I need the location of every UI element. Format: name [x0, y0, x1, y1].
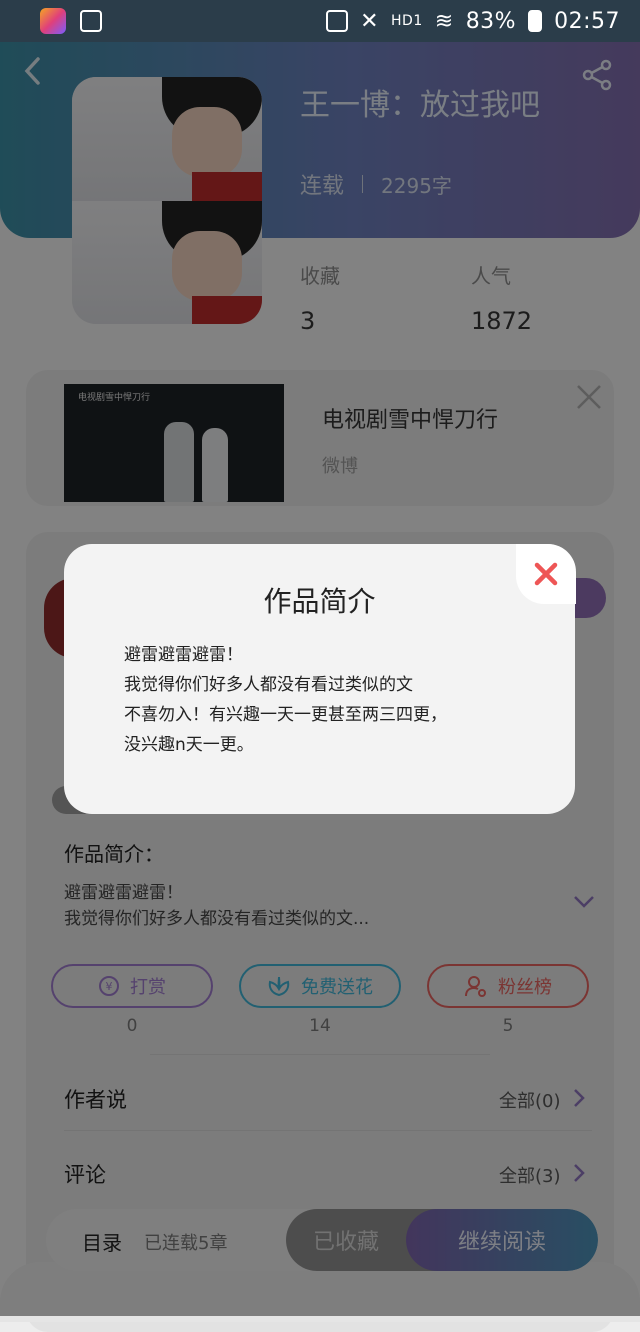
modal-line: 我觉得你们好多人都没有看过类似的文 [124, 675, 413, 695]
close-icon [534, 562, 558, 586]
modal-line: 避雷避雷避雷！ [124, 645, 243, 665]
wifi-icon: ≋ [434, 8, 454, 34]
battery-percent: 83% [465, 8, 517, 34]
status-bar: ✕ HD1 ≋ 83% 02:57 [0, 0, 640, 42]
modal-line: 不喜勿入！有兴趣一天一更甚至两三四更， [124, 705, 447, 725]
screen-recorder-icon [80, 10, 102, 32]
intro-modal: 作品简介 避雷避雷避雷！ 我觉得你们好多人都没有看过类似的文 不喜勿入！有兴趣一… [64, 544, 576, 814]
modal-close-button[interactable] [516, 544, 576, 604]
mute-icon: ✕ [360, 8, 380, 34]
modal-title: 作品简介 [263, 585, 376, 618]
network-label: HD1 [391, 13, 423, 29]
clock: 02:57 [554, 8, 620, 34]
nfc-icon [326, 10, 349, 32]
modal-line: 没兴趣n天一更。 [124, 735, 254, 755]
battery-icon [528, 10, 543, 32]
app-icon [40, 8, 66, 34]
modal-body: 避雷避雷避雷！ 我觉得你们好多人都没有看过类似的文 不喜勿入！有兴趣一天一更甚至… [124, 640, 447, 760]
